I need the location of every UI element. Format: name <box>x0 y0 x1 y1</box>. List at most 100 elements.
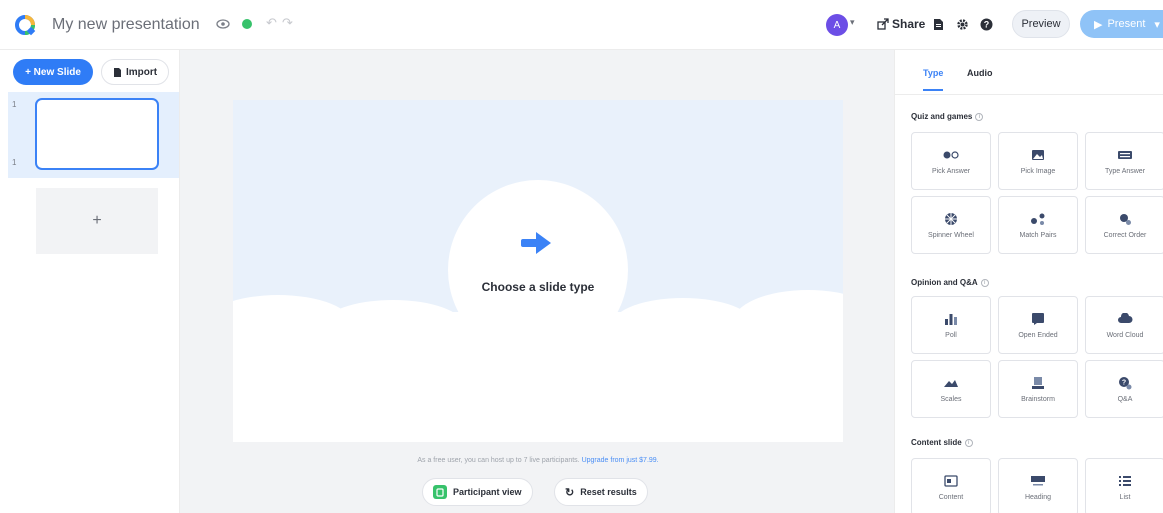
document-icon[interactable] <box>930 16 946 32</box>
card-word-cloud[interactable]: Word Cloud <box>1085 296 1163 354</box>
participant-view-icon <box>433 485 447 499</box>
tabs-divider <box>895 94 1163 95</box>
choose-slide-type-text: Choose a slide type <box>481 280 595 294</box>
card-label: Type Answer <box>1104 167 1146 175</box>
reset-results-button[interactable]: ↻ Reset results <box>554 478 648 506</box>
card-label: List <box>1119 493 1131 501</box>
gear-icon[interactable] <box>954 16 970 32</box>
reset-icon: ↻ <box>565 486 575 499</box>
brainstorm-icon <box>1030 376 1046 390</box>
card-label: Brainstorm <box>1021 395 1055 403</box>
share-button[interactable]: Share <box>877 17 925 31</box>
card-correct-order[interactable]: Correct Order <box>1085 196 1163 254</box>
info-icon[interactable]: i <box>975 112 984 121</box>
present-label: Present <box>1107 18 1146 30</box>
card-list[interactable]: List <box>1085 458 1163 513</box>
section-title-content: Content slide i <box>911 438 973 447</box>
card-qa[interactable]: ? Q&A <box>1085 360 1163 418</box>
arrow-right-icon <box>521 232 551 254</box>
help-icon[interactable]: ? <box>978 16 994 32</box>
list-icon <box>1117 474 1133 488</box>
card-content[interactable]: Content <box>911 458 991 513</box>
open-ended-icon <box>1030 312 1046 326</box>
play-icon: ▶ <box>1094 18 1103 31</box>
card-poll[interactable]: Poll <box>911 296 991 354</box>
participant-view-button[interactable]: Participant view <box>422 478 533 506</box>
top-bar: My new presentation ↶ ↷ A ▾ Share ? Prev… <box>0 0 1163 50</box>
card-open-ended[interactable]: Open Ended <box>998 296 1078 354</box>
card-label: Q&A <box>1117 395 1133 403</box>
tab-audio[interactable]: Audio <box>967 68 993 78</box>
participant-view-label: Participant view <box>453 487 522 497</box>
share-icon <box>877 18 889 30</box>
qa-icon: ? <box>1117 376 1133 390</box>
slide-canvas[interactable]: Choose a slide type <box>233 100 843 442</box>
keyboard-icon <box>1117 148 1133 162</box>
add-slide-button[interactable]: + <box>36 188 158 254</box>
preview-button[interactable]: Preview <box>1012 10 1070 38</box>
card-pick-answer[interactable]: Pick Answer <box>911 132 991 190</box>
card-label: Content <box>938 493 964 501</box>
card-label: Open Ended <box>1018 331 1058 339</box>
free-note-text: As a free user, you can host up to 7 liv… <box>417 457 580 464</box>
cloud-base <box>233 312 843 442</box>
card-pick-image[interactable]: Pick Image <box>998 132 1078 190</box>
section-title-text: Content slide <box>911 438 962 447</box>
section-title-text: Quiz and games <box>911 112 973 121</box>
eye-icon[interactable] <box>216 17 230 31</box>
cloud-icon <box>1117 312 1133 326</box>
section-title-quiz: Quiz and games i <box>911 112 984 121</box>
info-icon[interactable]: i <box>980 278 989 287</box>
avatar[interactable]: A <box>826 14 848 36</box>
slide-type-panel: Type Audio Quiz and games i Opinion and … <box>894 50 1163 513</box>
card-heading[interactable]: Heading <box>998 458 1078 513</box>
card-brainstorm[interactable]: Brainstorm <box>998 360 1078 418</box>
match-pairs-icon <box>1030 212 1046 226</box>
slide-thumbnail[interactable] <box>35 98 159 170</box>
section-title-text: Opinion and Q&A <box>911 278 978 287</box>
info-icon[interactable]: i <box>964 438 973 447</box>
document-icon <box>113 67 121 77</box>
bar-chart-icon <box>943 312 959 326</box>
import-button[interactable]: Import <box>101 59 169 85</box>
card-label: Pick Image <box>1020 167 1056 175</box>
upgrade-link[interactable]: Upgrade from just $7.99. <box>582 457 659 464</box>
image-icon <box>1030 148 1046 162</box>
card-label: Scales <box>940 395 962 403</box>
slide-number: 1 <box>12 100 17 109</box>
chevron-down-icon[interactable]: ▾ <box>850 17 855 28</box>
svg-text:?: ? <box>983 19 989 29</box>
quiz-logo-icon[interactable] <box>14 14 36 36</box>
card-spinner-wheel[interactable]: Spinner Wheel <box>911 196 991 254</box>
undo-icon[interactable]: ↶ <box>266 15 277 31</box>
present-button[interactable]: ▶ Present ▾ <box>1080 10 1163 38</box>
svg-text:?: ? <box>1122 379 1126 386</box>
content-icon <box>943 474 959 488</box>
new-slide-button[interactable]: + New Slide <box>13 59 93 85</box>
share-label: Share <box>892 17 926 31</box>
card-label: Pick Answer <box>931 167 971 175</box>
card-type-answer[interactable]: Type Answer <box>1085 132 1163 190</box>
presentation-title[interactable]: My new presentation <box>52 16 200 34</box>
reset-results-label: Reset results <box>580 487 637 497</box>
correct-order-icon <box>1117 212 1133 226</box>
app-root: My new presentation ↶ ↷ A ▾ Share ? Prev… <box>0 0 1163 513</box>
card-match-pairs[interactable]: Match Pairs <box>998 196 1078 254</box>
card-scales[interactable]: Scales <box>911 360 991 418</box>
redo-icon[interactable]: ↷ <box>282 15 293 31</box>
free-user-note: As a free user, you can host up to 7 liv… <box>233 457 843 464</box>
online-dot-icon <box>240 17 254 31</box>
card-label: Word Cloud <box>1106 331 1144 339</box>
tab-type[interactable]: Type <box>923 68 944 91</box>
scales-icon <box>943 376 959 390</box>
spinner-wheel-icon <box>943 212 959 226</box>
heading-icon <box>1030 474 1046 488</box>
import-label: Import <box>125 66 158 78</box>
section-title-opinion: Opinion and Q&A i <box>911 278 989 287</box>
card-label: Heading <box>1024 493 1052 501</box>
card-label: Spinner Wheel <box>928 231 974 239</box>
pick-answer-icon <box>943 148 959 162</box>
slide-number-bottom: 1 <box>12 158 17 167</box>
card-label: Poll <box>945 331 957 339</box>
card-label: Correct Order <box>1103 231 1147 239</box>
